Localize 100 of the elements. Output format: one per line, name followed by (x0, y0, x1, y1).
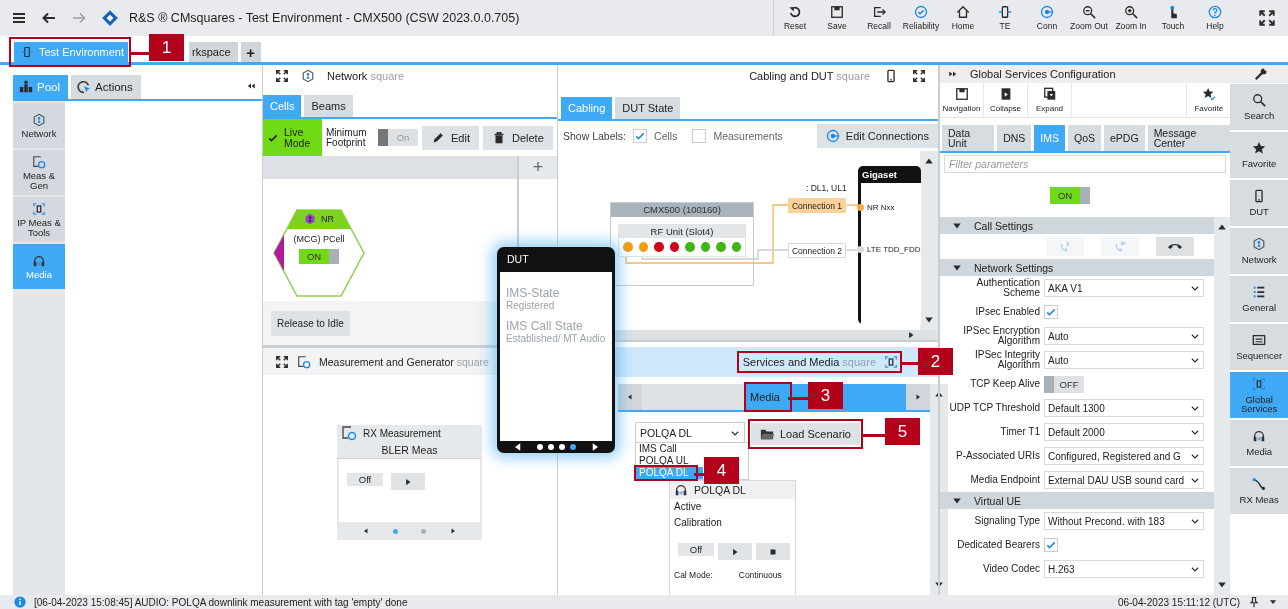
load-scenario-button[interactable]: Load Scenario (751, 423, 860, 445)
up-triangle-icon[interactable] (1217, 222, 1228, 232)
tab[interactable]: QoS (1068, 125, 1102, 151)
toolbar-button[interactable]: Navigation (940, 83, 984, 117)
dropdown[interactable]: Auto (1044, 327, 1204, 345)
toolbar-button[interactable]: Touch (1152, 0, 1194, 36)
side-nav-item[interactable]: Network (1230, 228, 1288, 274)
dropdown[interactable]: Default 1300 (1044, 399, 1204, 417)
play-button[interactable] (391, 473, 425, 490)
toolbar-button[interactable]: Reset (774, 0, 816, 36)
pool-item[interactable]: Network (13, 103, 65, 148)
side-nav-item[interactable]: Media (1230, 420, 1288, 466)
toolbar-button[interactable]: Recall (858, 0, 900, 36)
dropdown-option[interactable]: POLQA UL (636, 455, 703, 467)
release-button[interactable]: Release to Idle (271, 310, 350, 336)
toolbar-button[interactable]: Zoom Out (1068, 0, 1110, 36)
right-triangle-icon[interactable] (448, 527, 457, 535)
toggle-switch[interactable]: ON (299, 249, 339, 264)
scenario-dropdown[interactable]: POLQA DL (635, 422, 745, 444)
port-dot[interactable] (654, 242, 664, 252)
right-triangle-icon[interactable] (906, 330, 916, 340)
workspace-tab[interactable]: rkspace (189, 42, 238, 62)
tab[interactable]: ePDG (1104, 125, 1145, 151)
expand-icon[interactable] (275, 69, 289, 83)
page-dot[interactable] (558, 444, 565, 450)
menu-icon[interactable] (11, 10, 27, 26)
section-header[interactable]: Call Settings (940, 217, 1215, 234)
side-nav-item[interactable]: General (1230, 276, 1288, 322)
dropdown[interactable]: AKA V1 (1044, 279, 1204, 297)
tab[interactable]: Beams (304, 95, 353, 117)
port-dot[interactable] (731, 242, 741, 252)
page-dot[interactable] (393, 528, 399, 534)
left-triangle-icon[interactable] (362, 527, 371, 535)
port-dot[interactable] (669, 242, 679, 252)
edit-connections-button[interactable]: Edit Connections (816, 124, 938, 148)
pool-item[interactable]: IP Meas & Tools (13, 197, 65, 242)
dropdown[interactable]: External DAU USB sound card (1044, 471, 1204, 489)
down-triangle-icon[interactable] (1217, 580, 1228, 590)
toolbar-button[interactable]: Home (942, 0, 984, 36)
page-dot[interactable] (420, 528, 426, 534)
expand-icon[interactable] (1258, 9, 1276, 27)
scrollbar[interactable] (1214, 217, 1231, 595)
toolbar-button[interactable]: Conn (1026, 0, 1068, 36)
side-nav-item[interactable]: DUT (1230, 180, 1288, 226)
toggle-switch[interactable]: ON (1050, 186, 1090, 204)
call-button[interactable] (1156, 237, 1194, 256)
side-nav-item[interactable]: Search (1230, 84, 1288, 130)
stop-button[interactable] (756, 543, 790, 560)
toggle-switch[interactable]: OFF (1044, 375, 1084, 393)
checkbox[interactable] (1044, 538, 1058, 552)
filter-field[interactable]: Filter parameters (944, 155, 1227, 173)
dropdown[interactable]: Auto (1044, 351, 1204, 369)
section-header[interactable]: Virtual UE (940, 492, 1215, 509)
scrollbar[interactable] (920, 151, 938, 330)
side-nav-item[interactable]: Sequencer (1230, 324, 1288, 370)
checkbox[interactable] (1044, 305, 1058, 319)
tab[interactable]: Data Unit (942, 125, 995, 151)
wrench-icon[interactable] (1254, 67, 1268, 81)
toolbar-button[interactable]: Save (816, 0, 858, 36)
side-nav-item[interactable]: RX Meas (1230, 468, 1288, 514)
off-button[interactable]: Off (347, 473, 383, 486)
up-triangle-icon[interactable] (924, 156, 934, 166)
pool-item[interactable]: Meas & Gen (13, 150, 65, 195)
dropdown[interactable]: Configured, Registered and G (1044, 447, 1204, 465)
toolbar-button[interactable]: Expand (1028, 83, 1072, 117)
add-tab-button[interactable]: + (240, 42, 261, 62)
section-header[interactable]: Network Settings (940, 259, 1215, 276)
toolbar-button[interactable]: Zoom In (1110, 0, 1152, 36)
checkbox[interactable] (633, 129, 648, 143)
port-dot[interactable] (700, 242, 710, 252)
expand-icon[interactable] (275, 354, 289, 369)
checkbox[interactable] (692, 129, 707, 143)
port-dot[interactable] (638, 242, 648, 252)
port-dot[interactable] (623, 242, 633, 252)
dropdown-option[interactable]: IMS Call (636, 443, 703, 455)
pool-tab[interactable]: Actions (71, 75, 141, 99)
add-button[interactable]: + (519, 156, 557, 179)
dropdown[interactable]: H.263 (1044, 560, 1204, 578)
dropdown[interactable]: Default 2000 (1044, 423, 1204, 441)
port-dot[interactable] (685, 242, 695, 252)
tab[interactable]: DNS (997, 125, 1032, 151)
dropdown[interactable]: Without Precond. with 183 (1044, 512, 1204, 530)
toolbar-button[interactable]: Help (1194, 0, 1236, 36)
toolbar-button[interactable]: Collapse (984, 83, 1028, 117)
page-dot[interactable] (536, 444, 543, 450)
double-arrow-icon[interactable] (948, 69, 958, 79)
expand-icon[interactable] (912, 69, 926, 83)
back-arrow-icon[interactable] (41, 10, 57, 26)
connection-label[interactable]: Connection 2 (788, 243, 846, 258)
tab[interactable]: Message Center (1147, 125, 1231, 151)
live-mode-button[interactable]: Live Mode (263, 119, 322, 156)
off-button[interactable]: Off (678, 543, 714, 556)
page-dot[interactable] (547, 444, 554, 450)
side-nav-item[interactable]: Favorite (1230, 132, 1288, 178)
edit-button[interactable]: Edit (422, 125, 479, 150)
delete-button[interactable]: Delete (482, 125, 553, 150)
connection-label[interactable]: Connection 1 (788, 198, 846, 213)
down-triangle-icon[interactable] (924, 315, 934, 325)
port-dot[interactable] (716, 242, 726, 252)
side-nav-item[interactable]: Global Services (1230, 372, 1288, 418)
